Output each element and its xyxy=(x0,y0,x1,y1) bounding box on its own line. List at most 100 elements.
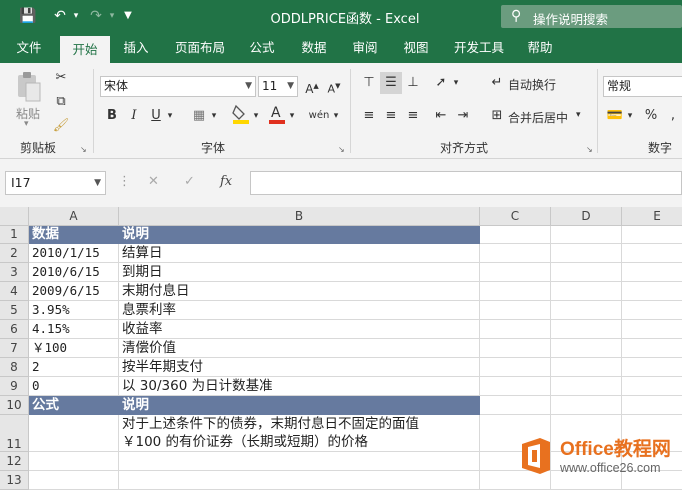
align-bottom-icon[interactable]: ⊥ xyxy=(402,72,424,94)
cell-c[interactable] xyxy=(480,396,551,415)
cell-a[interactable]: 数据 xyxy=(29,226,119,244)
decrease-indent-icon[interactable]: ⇤ xyxy=(430,105,452,127)
cell-a[interactable]: 2 xyxy=(29,358,119,377)
name-box[interactable]: I17 ▼ xyxy=(5,171,106,195)
cell-b[interactable]: 结算日 xyxy=(119,244,480,263)
tab-data[interactable]: 数据 xyxy=(292,33,336,63)
tab-view[interactable]: 视图 xyxy=(394,33,438,63)
cell-a[interactable]: 2010/6/15 xyxy=(29,263,119,282)
font-launcher-icon[interactable]: ↘ xyxy=(338,145,345,154)
align-right-icon[interactable]: ≡ xyxy=(402,105,424,127)
tab-home[interactable]: 开始 xyxy=(60,36,110,63)
cell-e[interactable] xyxy=(622,263,682,282)
cell-e[interactable] xyxy=(622,282,682,301)
paste-icon[interactable] xyxy=(14,71,44,102)
cell-c[interactable] xyxy=(480,226,551,244)
cell-b[interactable]: 说明 xyxy=(119,226,480,244)
tab-insert[interactable]: 插入 xyxy=(115,33,157,63)
cell-b[interactable]: 清偿价值 xyxy=(119,339,480,358)
cell-b[interactable]: 收益率 xyxy=(119,320,480,339)
cell-e[interactable] xyxy=(622,339,682,358)
cell-c[interactable] xyxy=(480,263,551,282)
phonetic-icon[interactable]: wén xyxy=(308,105,330,127)
percent-icon[interactable]: % xyxy=(640,105,662,127)
accounting-format-icon[interactable]: 💳 xyxy=(604,105,626,127)
cell-e[interactable] xyxy=(622,358,682,377)
cell-a[interactable]: 3.95% xyxy=(29,301,119,320)
cell-e[interactable] xyxy=(622,244,682,263)
tab-review[interactable]: 审阅 xyxy=(343,33,387,63)
cell-a[interactable] xyxy=(29,471,119,490)
cut-icon[interactable]: ✂ xyxy=(50,67,72,89)
borders-icon[interactable]: ▦ xyxy=(188,105,210,127)
row-header[interactable]: 1 xyxy=(0,226,29,244)
cell-c[interactable] xyxy=(480,377,551,396)
cell-b[interactable]: 息票利率 xyxy=(119,301,480,320)
cell-b[interactable]: 对于上述条件下的债券，末期付息日不固定的面值 ￥100 的有价证券（长期或短期）的… xyxy=(119,415,480,452)
cell-b[interactable]: 说明 xyxy=(119,396,480,415)
tab-file[interactable]: 文件 xyxy=(0,33,58,63)
customize-qat-icon[interactable]: ▼ xyxy=(118,7,138,25)
font-color-dropdown-icon[interactable]: ▾ xyxy=(286,105,298,127)
tab-page-layout[interactable]: 页面布局 xyxy=(167,33,233,63)
cell-d[interactable] xyxy=(551,263,622,282)
cell-e[interactable] xyxy=(622,377,682,396)
decrease-font-icon[interactable]: A▼ xyxy=(323,75,345,97)
row-header[interactable]: 9 xyxy=(0,377,29,396)
row-header[interactable]: 12 xyxy=(0,452,29,471)
cell-d[interactable] xyxy=(551,339,622,358)
cell-d[interactable] xyxy=(551,301,622,320)
increase-indent-icon[interactable]: ⇥ xyxy=(452,105,474,127)
merge-center-button[interactable]: 合并后居中 xyxy=(508,109,568,126)
column-header-c[interactable]: C xyxy=(480,207,551,226)
font-size-select[interactable]: 11 ▼ xyxy=(258,76,298,97)
column-header-d[interactable]: D xyxy=(551,207,622,226)
align-top-icon[interactable]: ⊤ xyxy=(358,72,380,94)
cell-b[interactable] xyxy=(119,452,480,471)
paste-dropdown-icon[interactable]: ▾ xyxy=(24,119,29,129)
row-header[interactable]: 11 xyxy=(0,415,29,452)
column-header-e[interactable]: E xyxy=(622,207,682,226)
phonetic-dropdown-icon[interactable]: ▾ xyxy=(330,105,342,127)
cell-b[interactable]: 按半年期支付 xyxy=(119,358,480,377)
cell-d[interactable] xyxy=(551,396,622,415)
bold-icon[interactable]: B xyxy=(101,105,123,127)
cell-a[interactable]: 0 xyxy=(29,377,119,396)
cell-d[interactable] xyxy=(551,244,622,263)
row-header[interactable]: 13 xyxy=(0,471,29,490)
merge-dropdown-icon[interactable]: ▾ xyxy=(576,110,581,120)
cell-d[interactable] xyxy=(551,358,622,377)
row-header[interactable]: 6 xyxy=(0,320,29,339)
align-middle-icon[interactable]: ☰ xyxy=(380,72,402,94)
row-header[interactable]: 5 xyxy=(0,301,29,320)
cell-c[interactable] xyxy=(480,301,551,320)
clipboard-launcher-icon[interactable]: ↘ xyxy=(80,145,87,154)
align-center-icon[interactable]: ≡ xyxy=(380,105,402,127)
orientation-dropdown-icon[interactable]: ▾ xyxy=(450,72,462,94)
cell-d[interactable] xyxy=(551,282,622,301)
cell-d[interactable] xyxy=(551,226,622,244)
cell-b[interactable]: 以 30/360 为日计数基准 xyxy=(119,377,480,396)
row-header[interactable]: 2 xyxy=(0,244,29,263)
font-color-icon[interactable]: A xyxy=(266,103,288,125)
cell-a[interactable]: ￥100 xyxy=(29,339,119,358)
fill-color-dropdown-icon[interactable]: ▾ xyxy=(250,105,262,127)
cell-a[interactable]: 2010/1/15 xyxy=(29,244,119,263)
cell-c[interactable] xyxy=(480,320,551,339)
underline-dropdown-icon[interactable]: ▾ xyxy=(164,105,176,127)
row-header[interactable]: 7 xyxy=(0,339,29,358)
copy-icon[interactable]: ⧉ xyxy=(50,91,72,113)
cell-b[interactable] xyxy=(119,471,480,490)
cell-d[interactable] xyxy=(551,377,622,396)
column-header-b[interactable]: B xyxy=(119,207,480,226)
merge-center-icon[interactable]: ⊞ xyxy=(486,105,508,127)
alignment-launcher-icon[interactable]: ↘ xyxy=(586,145,593,154)
save-icon[interactable]: 💾 xyxy=(18,7,38,25)
orientation-icon[interactable]: ➚ xyxy=(430,72,452,94)
cell-a[interactable]: 4.15% xyxy=(29,320,119,339)
formula-input[interactable] xyxy=(250,171,682,195)
align-left-icon[interactable]: ≡ xyxy=(358,105,380,127)
cell-c[interactable] xyxy=(480,244,551,263)
accounting-dropdown-icon[interactable]: ▾ xyxy=(624,105,636,127)
cell-c[interactable] xyxy=(480,282,551,301)
